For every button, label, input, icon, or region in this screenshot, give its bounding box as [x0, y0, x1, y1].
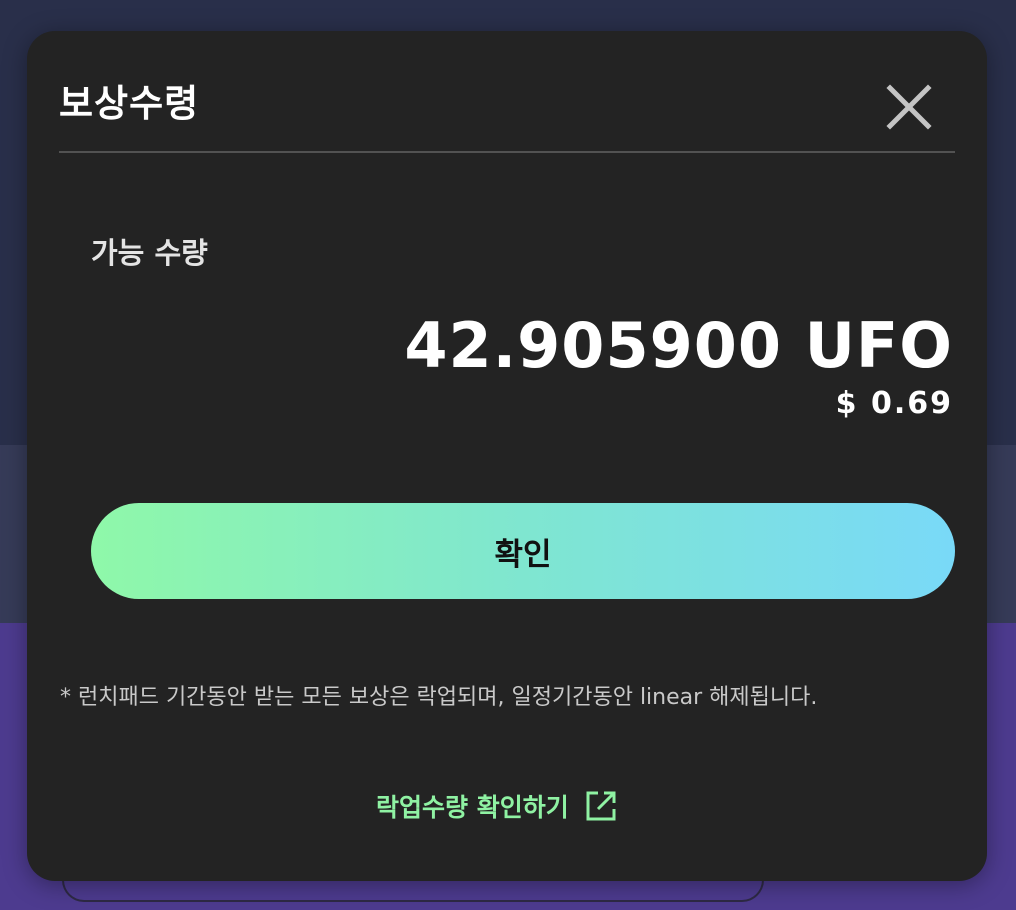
check-lockup-link[interactable]: 락업수량 확인하기 — [376, 786, 617, 826]
reward-usd-value: $ 0.69 — [835, 386, 953, 421]
external-link-icon — [586, 791, 616, 821]
close-icon — [886, 84, 932, 130]
close-button[interactable] — [884, 82, 934, 132]
confirm-button[interactable]: 확인 — [91, 503, 955, 599]
available-amount-label: 가능 수량 — [91, 236, 208, 270]
header-divider — [59, 151, 955, 153]
reward-amount: 42.905900 UFO — [404, 309, 953, 382]
modal-title: 보상수령 — [59, 82, 200, 125]
reward-claim-modal: 보상수령 가능 수량 42.905900 UFO $ 0.69 확인 * 런치패… — [27, 31, 987, 881]
check-lockup-link-label: 락업수량 확인하기 — [376, 793, 569, 822]
lockup-notice: * 런치패드 기간동안 받는 모든 보상은 락업되며, 일정기간동안 linea… — [60, 685, 818, 710]
